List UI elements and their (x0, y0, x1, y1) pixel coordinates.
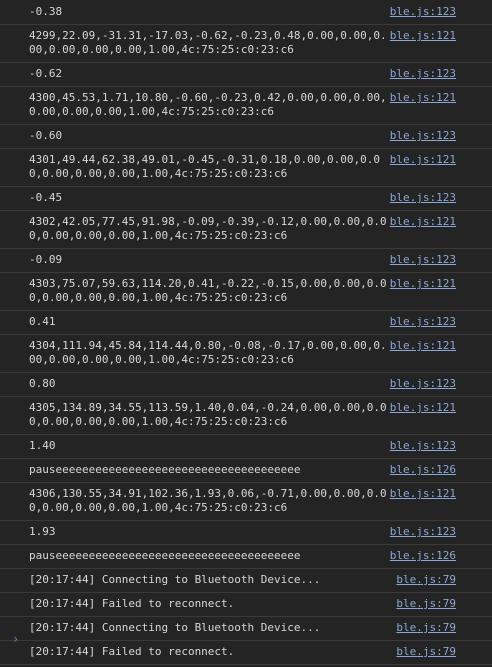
console-message-text: 4306,130.55,34.91,102.36,1.93,0.06,-0.71… (29, 487, 387, 514)
console-message-text: [20:17:44] Connecting to Bluetooth Devic… (29, 621, 321, 634)
console-message-text: -0.60 (29, 129, 63, 142)
console-message-row: 4300,45.53,1.71,10.80,-0.60,-0.23,0.42,0… (0, 87, 492, 125)
console-message-row: [20:17:44] Failed to reconnect. ble.js:79 (0, 641, 492, 665)
console-message-row: pauseeeeeeeeeeeeeeeeeeeeeeeeeeeeeeeeeeee… (0, 459, 492, 483)
console-message-text: 0.80 (29, 377, 56, 390)
console-message-row: 4304,111.94,45.84,114.44,0.80,-0.08,-0.1… (0, 335, 492, 373)
console-message-row: [20:17:44] Connecting to Bluetooth Devic… (0, 569, 492, 593)
console-source-link[interactable]: ble.js:123 (390, 191, 492, 205)
console-message-row: -0.60 ble.js:123 (0, 125, 492, 149)
console-source-link[interactable]: ble.js:121 (390, 487, 492, 501)
console-source-link[interactable]: ble.js:79 (396, 645, 492, 659)
console-message-row: -0.09 ble.js:123 (0, 249, 492, 273)
console-message-row: 1.93 ble.js:123 (0, 521, 492, 545)
console-message-row: pauseeeeeeeeeeeeeeeeeeeeeeeeeeeeeeeeeeee… (0, 545, 492, 569)
console-message-text: [20:17:44] Failed to reconnect. (29, 645, 235, 658)
console-message-text: 0.41 (29, 315, 56, 328)
devtools-console: -0.38 ble.js:123 4299,22.09,-31.31,-17.03,… (0, 0, 492, 667)
console-message-text: 4304,111.94,45.84,114.44,0.80,-0.08,-0.1… (29, 339, 387, 366)
console-message-row: -0.45 ble.js:123 (0, 187, 492, 211)
console-message-text: pauseeeeeeeeeeeeeeeeeeeeeeeeeeeeeeeeeeee… (29, 549, 301, 562)
console-message-row: 1.40 ble.js:123 (0, 435, 492, 459)
console-source-link[interactable]: ble.js:123 (390, 525, 492, 539)
console-message-row: 0.80 ble.js:123 (0, 373, 492, 397)
console-message-text: 4299,22.09,-31.31,-17.03,-0.62,-0.23,0.4… (29, 29, 387, 56)
console-source-link[interactable]: ble.js:123 (390, 5, 492, 19)
console-message-list: -0.38 ble.js:123 4299,22.09,-31.31,-17.03,… (0, 1, 492, 665)
console-source-link[interactable]: ble.js:79 (396, 573, 492, 587)
console-message-text: 4305,134.89,34.55,113.59,1.40,0.04,-0.24… (29, 401, 387, 428)
console-message-row: 4299,22.09,-31.31,-17.03,-0.62,-0.23,0.4… (0, 25, 492, 63)
console-message-row: 4303,75.07,59.63,114.20,0.41,-0.22,-0.15… (0, 273, 492, 311)
console-message-row: 4306,130.55,34.91,102.36,1.93,0.06,-0.71… (0, 483, 492, 521)
console-source-link[interactable]: ble.js:123 (390, 439, 492, 453)
console-message-text: -0.45 (29, 191, 63, 204)
console-message-text: 4302,42.05,77.45,91.98,-0.09,-0.39,-0.12… (29, 215, 387, 242)
console-message-text: 1.40 (29, 439, 56, 452)
console-message-row: 4305,134.89,34.55,113.59,1.40,0.04,-0.24… (0, 397, 492, 435)
console-message-text: -0.38 (29, 5, 63, 18)
console-message-row: -0.62 ble.js:123 (0, 63, 492, 87)
console-message-row: 0.41 ble.js:123 (0, 311, 492, 335)
console-source-link[interactable]: ble.js:79 (396, 597, 492, 611)
console-message-row: [20:17:44] Failed to reconnect. ble.js:79 (0, 593, 492, 617)
console-source-link[interactable]: ble.js:121 (390, 153, 492, 167)
console-message-text: 4303,75.07,59.63,114.20,0.41,-0.22,-0.15… (29, 277, 387, 304)
console-source-link[interactable]: ble.js:123 (390, 315, 492, 329)
console-message-row: 4302,42.05,77.45,91.98,-0.09,-0.39,-0.12… (0, 211, 492, 249)
console-message-text: 4301,49.44,62.38,49.01,-0.45,-0.31,0.18,… (29, 153, 380, 180)
console-message-row: -0.38 ble.js:123 (0, 1, 492, 25)
console-source-link[interactable]: ble.js:79 (396, 621, 492, 635)
console-message-row: [20:17:44] Connecting to Bluetooth Devic… (0, 617, 492, 641)
console-message-text: [20:17:44] Connecting to Bluetooth Devic… (29, 573, 321, 586)
console-prompt-icon[interactable]: › (12, 632, 19, 646)
console-source-link[interactable]: ble.js:121 (390, 91, 492, 105)
console-message-text: pauseeeeeeeeeeeeeeeeeeeeeeeeeeeeeeeeeeee… (29, 463, 301, 476)
console-source-link[interactable]: ble.js:123 (390, 253, 492, 267)
console-message-text: [20:17:44] Failed to reconnect. (29, 597, 235, 610)
console-message-text: -0.09 (29, 253, 63, 266)
console-source-link[interactable]: ble.js:121 (390, 401, 492, 415)
console-message-text: -0.62 (29, 67, 63, 80)
console-source-link[interactable]: ble.js:126 (390, 463, 492, 477)
console-source-link[interactable]: ble.js:121 (390, 339, 492, 353)
console-source-link[interactable]: ble.js:123 (390, 67, 492, 81)
console-message-row: 4301,49.44,62.38,49.01,-0.45,-0.31,0.18,… (0, 149, 492, 187)
console-source-link[interactable]: ble.js:123 (390, 377, 492, 391)
console-source-link[interactable]: ble.js:121 (390, 215, 492, 229)
console-message-text: 1.93 (29, 525, 56, 538)
console-source-link[interactable]: ble.js:123 (390, 129, 492, 143)
console-source-link[interactable]: ble.js:121 (390, 277, 492, 291)
console-source-link[interactable]: ble.js:121 (390, 29, 492, 43)
console-message-text: 4300,45.53,1.71,10.80,-0.60,-0.23,0.42,0… (29, 91, 387, 118)
console-source-link[interactable]: ble.js:126 (390, 549, 492, 563)
